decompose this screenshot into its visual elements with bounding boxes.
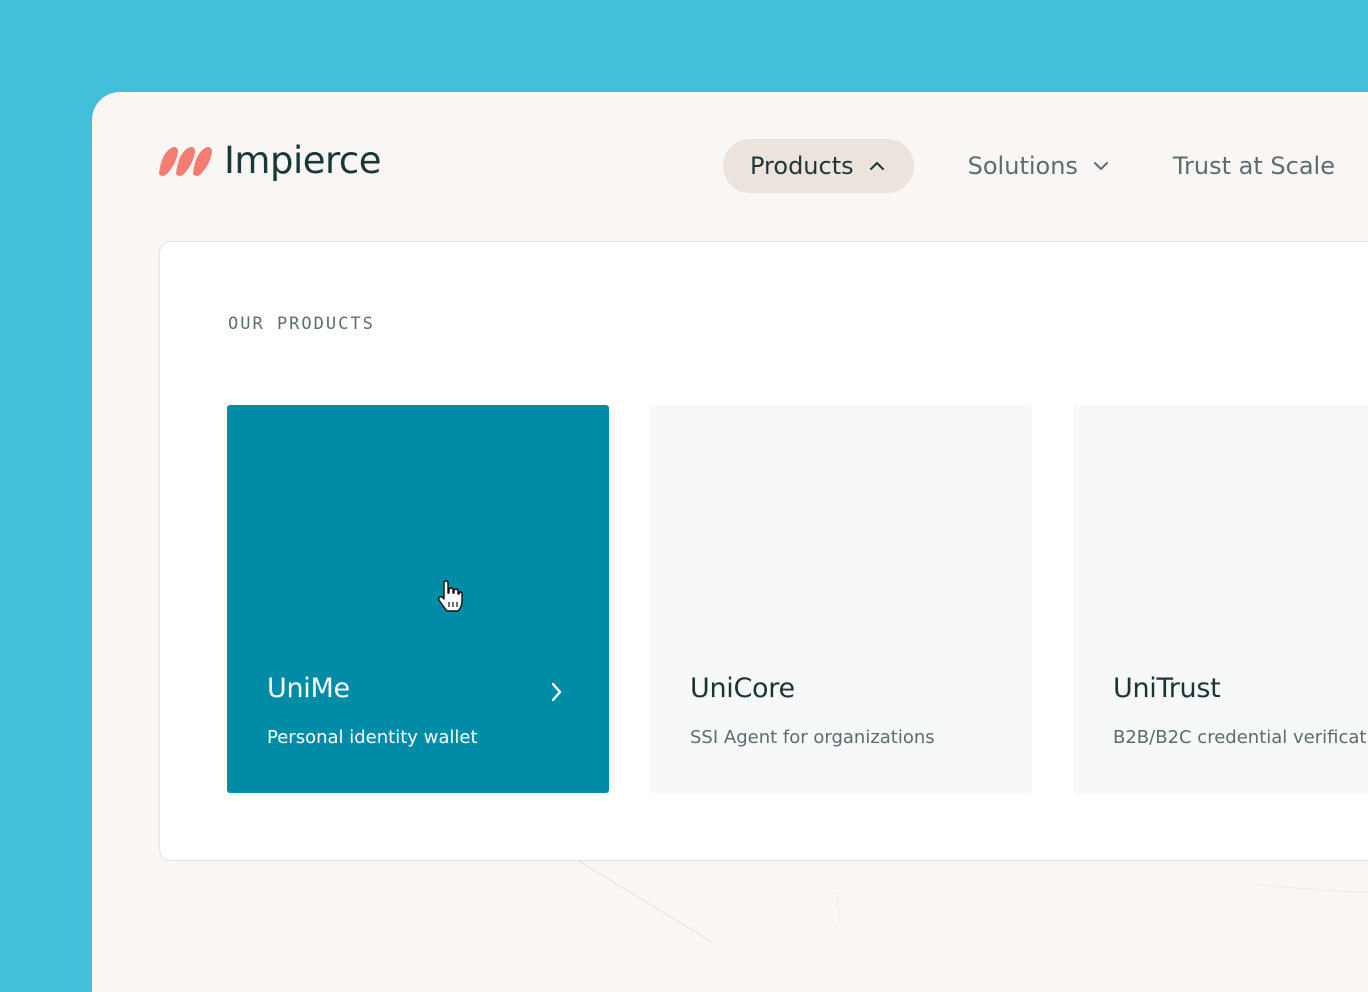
impierce-logo-mark-icon xyxy=(159,147,212,176)
brand-name: Impierce xyxy=(224,138,382,182)
nav-item-solutions[interactable]: Solutions xyxy=(968,139,1110,193)
main-nav: Products Solutions Trust at Scale xyxy=(723,139,1335,193)
products-dropdown-panel: OUR PRODUCTS UniMe Personal identity wal… xyxy=(159,241,1368,861)
nav-item-label: Products xyxy=(750,152,854,180)
product-card-unime[interactable]: UniMe Personal identity wallet xyxy=(227,405,609,793)
nav-item-trust-at-scale[interactable]: Trust at Scale xyxy=(1173,139,1335,193)
product-card-unitrust[interactable]: UniTrust B2B/B2C credential verification xyxy=(1073,405,1368,793)
card-title: UniTrust xyxy=(1113,673,1221,704)
card-subtitle: B2B/B2C credential verification xyxy=(1113,727,1368,748)
product-card-unicore[interactable]: UniCore SSI Agent for organizations xyxy=(650,405,1032,793)
section-label: OUR PRODUCTS xyxy=(228,314,375,334)
chevron-up-icon xyxy=(869,162,884,170)
card-title: UniCore xyxy=(690,673,795,704)
logo-link[interactable]: Impierce xyxy=(158,136,382,184)
card-title: UniMe xyxy=(267,673,350,704)
card-subtitle: Personal identity wallet xyxy=(267,727,478,748)
hand-pointer-cursor-icon xyxy=(437,580,463,612)
nav-item-label: Trust at Scale xyxy=(1172,152,1335,180)
nav-item-products[interactable]: Products xyxy=(723,139,914,193)
card-subtitle: SSI Agent for organizations xyxy=(690,727,935,748)
browser-window: Impierce Products Solutions Trust at Sca… xyxy=(92,92,1368,992)
nav-item-label: Solutions xyxy=(967,152,1078,180)
chevron-down-icon xyxy=(1093,162,1108,170)
chevron-right-icon[interactable] xyxy=(547,681,565,703)
